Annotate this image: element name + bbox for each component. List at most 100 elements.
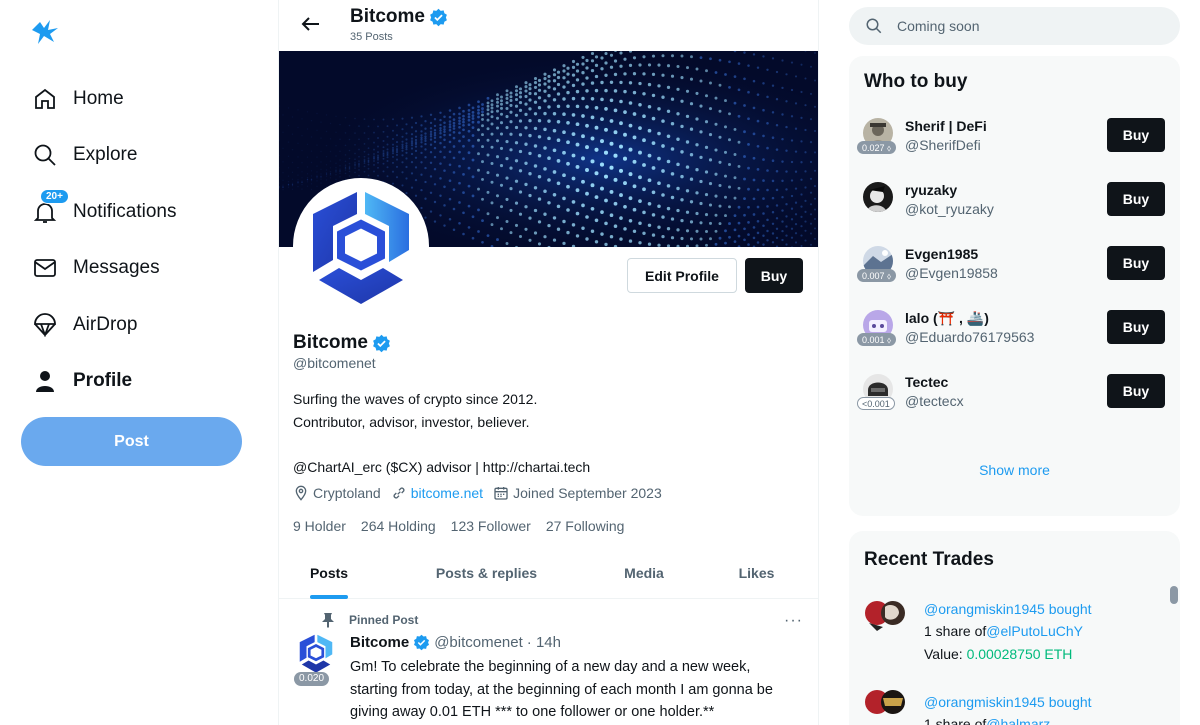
main-column: Bitcome 35 Posts Edit Profile Buy Bitcom…: [278, 0, 819, 725]
recent-trades-title: Recent Trades: [864, 549, 994, 570]
post-line: Gm! To celebrate the beginning of a new …: [350, 659, 751, 675]
tab-posts[interactable]: Posts: [279, 547, 379, 599]
profile-name-text: Bitcome: [293, 332, 368, 353]
post-price-badge: 0.020: [294, 672, 330, 686]
user-handle: @SherifDefi: [905, 137, 981, 153]
mail-icon: [32, 255, 58, 281]
who-to-buy-row[interactable]: <0.001 Tectec @tectecx Buy: [857, 374, 1169, 416]
who-to-buy-row[interactable]: 0.007 ⬨ Evgen1985 @Evgen19858 Buy: [857, 246, 1169, 288]
share-price-badge: <0.001: [857, 397, 895, 410]
buy-button[interactable]: Buy: [1107, 310, 1165, 344]
post-line: giving away 0.01 ETH *** to one follower…: [350, 704, 715, 720]
profile-avatar[interactable]: [293, 178, 429, 314]
trade-verb: bought: [1048, 694, 1092, 710]
tab-media[interactable]: Media: [594, 547, 694, 599]
search-icon: [866, 18, 882, 34]
website[interactable]: bitcome.net: [391, 485, 483, 501]
trade-user-link[interactable]: @orangmiskin1945: [924, 694, 1045, 710]
trade-value: Value: 0.00028750 ETH: [924, 646, 1072, 662]
pinned-label-row: Pinned Post: [321, 612, 418, 628]
notification-badge: 20+: [40, 189, 69, 204]
trade-headline: @orangmiskin1945 bought: [924, 694, 1092, 710]
trade-share-text: 1 share of: [924, 716, 987, 725]
trade-target-link[interactable]: @elPutoLuChY: [986, 623, 1083, 639]
profile-tabs: Posts Posts & replies Media Likes: [279, 547, 818, 599]
right-sidebar: Coming soon Who to buy 0.027 ⬨ Sherif | …: [819, 0, 1200, 725]
tab-posts-replies[interactable]: Posts & replies: [379, 547, 594, 599]
post-author[interactable]: Bitcome: [350, 634, 409, 651]
who-to-buy-row[interactable]: ryuzaky @kot_ryuzaky Buy: [863, 182, 1169, 224]
recent-trades-card: Recent Trades @orangmiskin1945 bought 1 …: [849, 531, 1180, 725]
location: Cryptoland: [293, 485, 381, 501]
bird-logo-icon[interactable]: [30, 18, 62, 46]
trade-share-text: 1 share of: [924, 623, 987, 639]
share-price: 0.001: [862, 335, 885, 345]
bio-line: [293, 433, 590, 456]
post-avatar[interactable]: [295, 632, 337, 674]
verified-badge-icon: [414, 634, 430, 651]
page-title: Bitcome: [350, 6, 448, 28]
nav-explore[interactable]: Explore: [32, 135, 137, 175]
trade-target-link[interactable]: @halmarz: [986, 716, 1050, 725]
trade-avatars: [863, 688, 907, 720]
nav-messages[interactable]: Messages: [32, 248, 160, 288]
profile-name: Bitcome: [293, 332, 391, 354]
user-handle: @tectecx: [905, 393, 964, 409]
who-to-buy-row[interactable]: 0.027 ⬨ Sherif | DeFi @SherifDefi Buy: [857, 118, 1169, 160]
left-sidebar: Home Explore 20+ Notifications Messages: [0, 0, 278, 725]
post-button[interactable]: Post: [21, 417, 242, 466]
nav-airdrop[interactable]: AirDrop: [32, 305, 137, 345]
buy-button[interactable]: Buy: [1107, 118, 1165, 152]
nav-profile-label: Profile: [73, 370, 133, 391]
nav-explore-label: Explore: [73, 144, 138, 165]
back-arrow-icon[interactable]: [299, 12, 323, 36]
more-options-icon[interactable]: ···: [784, 612, 803, 630]
share-price-badge: 0.027 ⬨: [857, 141, 897, 154]
post-time[interactable]: · 14h: [527, 634, 561, 651]
parachute-icon: [32, 312, 58, 338]
bio-line: @ChartAI_erc ($CX) advisor | http://char…: [293, 458, 591, 475]
joined-text: Joined September 2023: [513, 485, 662, 501]
nav-notifications[interactable]: 20+ Notifications: [32, 189, 177, 232]
profile-bio: Surfing the waves of crypto since 2012. …: [293, 388, 590, 478]
post-line: starting from today, at the beginning of…: [350, 681, 773, 698]
show-more-link[interactable]: Show more: [849, 462, 1180, 478]
post-handle[interactable]: @bitcomenet: [434, 634, 523, 651]
following-count[interactable]: 27 Following: [546, 518, 625, 534]
post-header: Bitcome @bitcomenet · 14h: [350, 634, 561, 651]
bio-line: Contributor, advisor, investor, believer…: [293, 413, 530, 430]
pinned-post[interactable]: Pinned Post ··· 0.020 Bitcome @bitcomene…: [279, 600, 818, 725]
scrollbar-thumb[interactable]: [1170, 586, 1178, 604]
page-title-text: Bitcome: [350, 6, 425, 27]
share-price: <0.001: [862, 399, 890, 409]
buy-button[interactable]: Buy: [745, 258, 803, 293]
nav-notifications-label: Notifications: [73, 201, 177, 222]
home-icon: [32, 86, 58, 112]
search-placeholder: Coming soon: [897, 18, 980, 34]
nav-messages-label: Messages: [73, 257, 160, 278]
user-name: Sherif | DeFi: [905, 118, 987, 134]
holder-count[interactable]: 9 Holder: [293, 518, 346, 534]
nav-home[interactable]: Home: [32, 79, 124, 119]
who-to-buy-row[interactable]: 0.001 ⬨ lalo (⛩️ , 🚢) @Eduardo76179563 B…: [857, 310, 1169, 352]
who-to-buy-card: Who to buy 0.027 ⬨ Sherif | DeFi @Sherif…: [849, 56, 1180, 516]
search-icon: [32, 142, 58, 168]
person-icon: [32, 368, 58, 394]
follower-count[interactable]: 123 Follower: [451, 518, 531, 534]
holding-count[interactable]: 264 Holding: [361, 518, 436, 534]
website-link[interactable]: bitcome.net: [411, 485, 483, 501]
buy-button[interactable]: Buy: [1107, 246, 1165, 280]
share-price-badge: 0.007 ⬨: [857, 269, 897, 282]
trade-headline: @orangmiskin1945 bought: [924, 601, 1092, 617]
buy-button[interactable]: Buy: [1107, 374, 1165, 408]
joined: Joined September 2023: [493, 485, 662, 501]
share-price: 0.007: [862, 271, 885, 281]
tab-likes[interactable]: Likes: [694, 547, 818, 599]
nav-profile[interactable]: Profile: [32, 361, 132, 401]
location-pin-icon: [295, 485, 307, 501]
user-name: Evgen1985: [905, 246, 979, 262]
edit-profile-button[interactable]: Edit Profile: [627, 258, 737, 293]
buy-button[interactable]: Buy: [1107, 182, 1165, 216]
search-bar[interactable]: Coming soon: [849, 7, 1180, 45]
trade-user-link[interactable]: @orangmiskin1945: [924, 601, 1045, 617]
